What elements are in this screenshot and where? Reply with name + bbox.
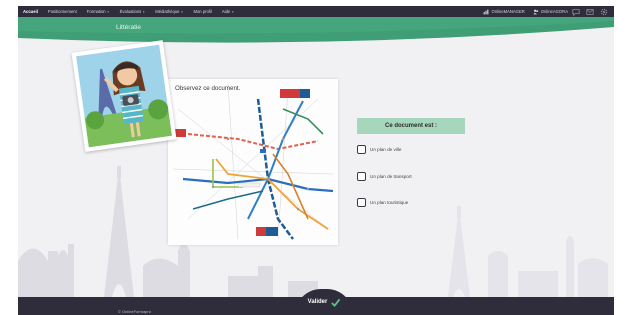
- answer-checkbox[interactable]: [357, 198, 366, 207]
- chevron-down-icon: ▼: [106, 9, 110, 14]
- metro-map-image: [168, 79, 338, 245]
- answer-option-plan-de-transport[interactable]: Un plan de transport: [357, 172, 412, 181]
- tourist-girl-image: [76, 44, 172, 148]
- account-manager-link[interactable]: OnlineMANAGER: [479, 9, 528, 15]
- nav-item-positionnement[interactable]: Positionnement: [43, 9, 82, 14]
- activity-title: Littératie: [116, 24, 141, 31]
- settings-icon[interactable]: [600, 8, 608, 16]
- answer-option-plan-de-ville[interactable]: Un plan de ville: [357, 145, 401, 154]
- nav-item-mediatheque[interactable]: Médiathèque ▼: [150, 9, 188, 14]
- top-navigation: Accueil Positionnement Formation ▼ Évalu…: [18, 6, 614, 17]
- copyright-text: © OnlineFormapro: [118, 309, 151, 314]
- mail-icon[interactable]: [586, 8, 594, 16]
- chart-icon: [484, 9, 489, 14]
- document-card: Observez ce document.: [168, 79, 338, 245]
- chat-icon[interactable]: [572, 8, 580, 16]
- nav-item-accueil[interactable]: Accueil: [18, 9, 43, 14]
- banner-shape: [18, 17, 614, 43]
- activity-banner: Littératie: [18, 17, 614, 45]
- chevron-down-icon: ▼: [231, 9, 235, 14]
- validate-label: Valider: [307, 299, 328, 305]
- chevron-down-icon: ▼: [180, 9, 184, 14]
- tourist-photo-illustration: [71, 40, 177, 152]
- checkmark-icon: [331, 298, 341, 307]
- document-caption: Observez ce document.: [175, 85, 241, 92]
- answer-label: Un plan touristique: [370, 200, 409, 205]
- account-agora-link[interactable]: OnlineAGORA: [529, 9, 572, 15]
- nav-item-formation[interactable]: Formation ▼: [82, 9, 115, 14]
- question-title: Ce document est :: [357, 118, 465, 134]
- chevron-down-icon: ▼: [142, 9, 146, 14]
- nav-item-mon-profil[interactable]: Mon profil: [188, 9, 216, 14]
- answer-label: Un plan de ville: [370, 147, 402, 152]
- app-window: Accueil Positionnement Formation ▼ Évalu…: [18, 6, 614, 315]
- users-icon: [533, 9, 538, 14]
- answer-label: Un plan de transport: [370, 174, 412, 179]
- answer-checkbox[interactable]: [357, 172, 366, 181]
- nav-item-evaluations[interactable]: Évaluations ▼: [115, 9, 151, 14]
- answer-checkbox[interactable]: [357, 145, 366, 154]
- answer-option-plan-touristique[interactable]: Un plan touristique: [357, 198, 408, 207]
- nav-item-aide[interactable]: Aide ▼: [217, 9, 239, 14]
